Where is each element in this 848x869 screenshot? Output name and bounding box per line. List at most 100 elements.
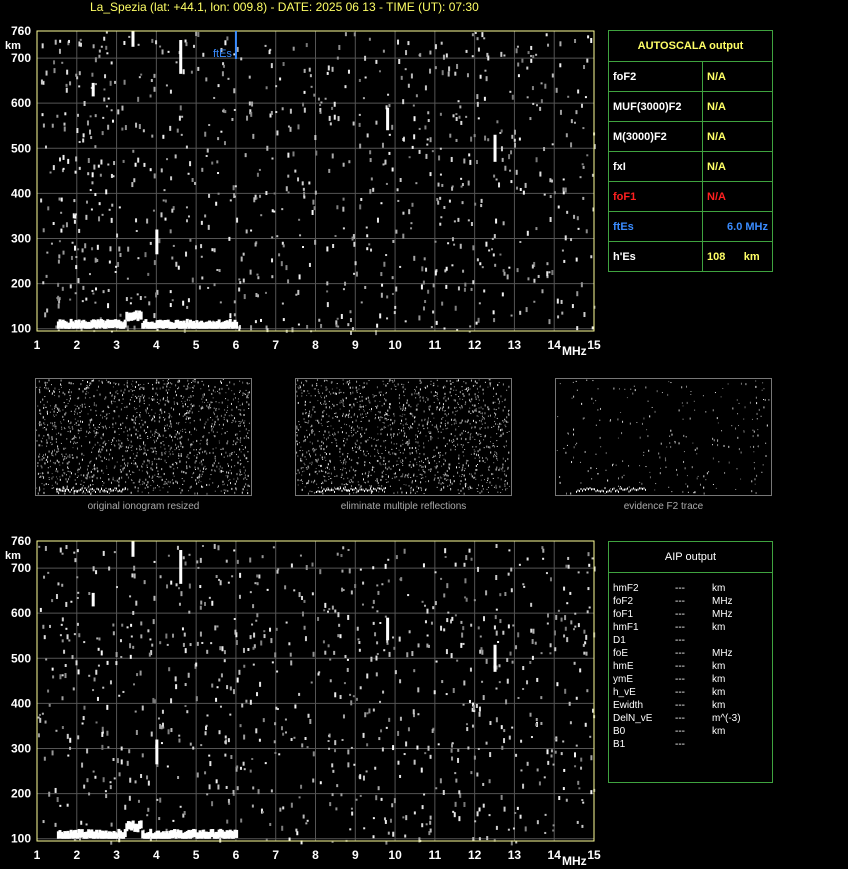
noise-point [200, 744, 203, 747]
thumb-point [300, 459, 302, 462]
thumb-point [298, 428, 300, 431]
thumb-point [81, 445, 83, 447]
thumb-point [374, 400, 376, 403]
thumb-point [457, 471, 459, 474]
thumb-point [455, 466, 457, 469]
x-tick-label: 3 [113, 338, 120, 352]
noise-point [65, 545, 68, 550]
thumb-point [376, 407, 378, 409]
noise-point [287, 191, 290, 194]
thumb-point [305, 458, 307, 460]
noise-point [503, 271, 506, 276]
noise-point [327, 65, 330, 71]
x-tick-label: 3 [113, 848, 120, 862]
thumb-point [129, 429, 131, 431]
thumb-es-point [59, 488, 60, 491]
noise-point [116, 758, 119, 764]
thumb-point [196, 492, 198, 495]
noise-point [429, 754, 432, 759]
noise-point [485, 741, 488, 745]
thumb-point [186, 416, 188, 419]
thumb-point [247, 393, 249, 396]
thumb-point [298, 442, 300, 444]
thumb-point [359, 385, 361, 387]
noise-point [234, 185, 237, 188]
noise-point [252, 646, 255, 650]
noise-point [421, 600, 424, 603]
thumb-point [162, 434, 164, 437]
thumb-point [320, 447, 322, 450]
thumb-point [463, 394, 465, 397]
thumb-point [449, 484, 451, 486]
thumb-point [143, 447, 145, 450]
thumb-point [62, 475, 64, 477]
thumb-point [423, 428, 425, 430]
thumb-point [405, 474, 407, 477]
noise-point [311, 209, 314, 215]
noise-point [290, 738, 293, 742]
noise-point [122, 159, 125, 163]
x-tick-label: 7 [272, 848, 279, 862]
thumb-point [127, 488, 129, 491]
thumb-point [123, 466, 125, 469]
noise-point [186, 710, 189, 714]
noise-point [475, 703, 478, 708]
noise-point [226, 685, 229, 690]
noise-point [421, 823, 424, 828]
noise-point [509, 651, 512, 656]
thumb-point [93, 430, 95, 433]
noise-point [327, 610, 330, 613]
noise-point [289, 652, 292, 657]
thumb-point [157, 398, 159, 400]
noise-point [380, 272, 383, 277]
thumb-point [328, 479, 330, 481]
thumb-point [61, 426, 63, 428]
noise-point [458, 816, 461, 822]
thumb-point [506, 389, 508, 391]
thumb-point [359, 400, 361, 402]
noise-point [483, 96, 486, 101]
thumb-point [156, 458, 158, 460]
noise-point [83, 101, 86, 107]
row-label: h'Es [608, 241, 703, 272]
thumb-point [408, 442, 410, 444]
thumb-point [184, 400, 186, 402]
thumb-point [51, 428, 53, 430]
thumb-point [368, 470, 370, 473]
noise-point [384, 615, 387, 618]
thumb-point [46, 382, 48, 384]
noise-point [62, 167, 65, 170]
thumb-point [132, 415, 134, 418]
noise-point [183, 632, 186, 637]
noise-point [533, 278, 536, 283]
thumb-point [177, 467, 179, 469]
noise-point [109, 680, 112, 685]
thumb-point [419, 382, 421, 384]
noise-point [47, 689, 50, 693]
noise-point [73, 199, 76, 203]
thumb-point [321, 403, 323, 405]
thumb-point [89, 426, 91, 429]
noise-point [182, 556, 185, 560]
thumb-point [54, 421, 56, 423]
thumb-point [99, 422, 101, 424]
thumb-point [116, 390, 118, 392]
noise-point [119, 639, 122, 643]
noise-point [369, 158, 372, 163]
noise-point [76, 128, 79, 134]
thumb-point [474, 450, 476, 452]
thumb-point [40, 440, 42, 442]
thumb-point [368, 380, 370, 382]
noise-point [206, 649, 209, 654]
thumb-point [302, 467, 304, 469]
thumb-point [151, 461, 153, 463]
thumb-point [315, 419, 317, 421]
noise-point [518, 563, 521, 566]
thumb-point [299, 450, 301, 452]
thumb-point [497, 384, 499, 387]
noise-point [496, 120, 499, 124]
noise-point [88, 792, 91, 796]
noise-point [418, 315, 421, 321]
noise-point [108, 260, 111, 264]
thumb-point [442, 406, 444, 409]
